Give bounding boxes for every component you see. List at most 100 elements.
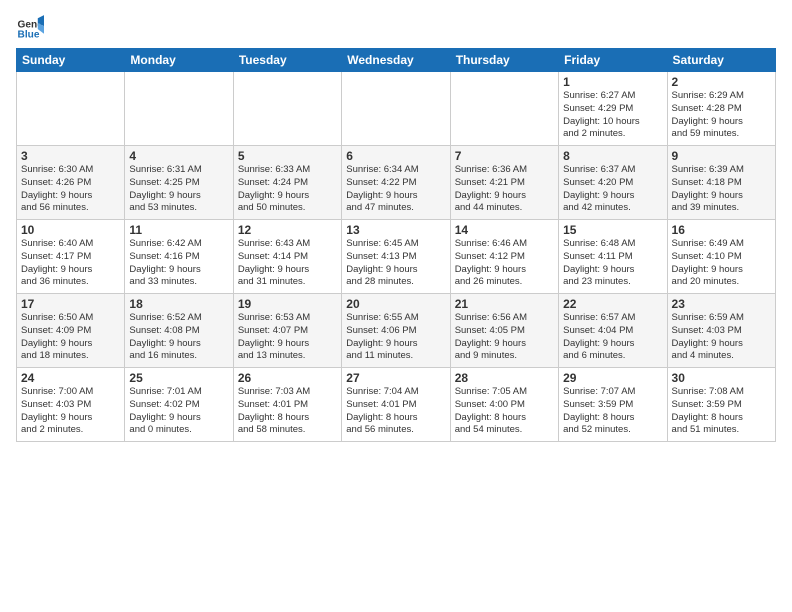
calendar-cell [342,72,450,146]
calendar-cell: 7Sunrise: 6:36 AM Sunset: 4:21 PM Daylig… [450,146,558,220]
day-number: 17 [21,297,120,311]
day-info: Sunrise: 7:03 AM Sunset: 4:01 PM Dayligh… [238,386,337,437]
calendar-cell: 4Sunrise: 6:31 AM Sunset: 4:25 PM Daylig… [125,146,233,220]
weekday-header: Thursday [450,49,558,72]
calendar-cell: 23Sunrise: 6:59 AM Sunset: 4:03 PM Dayli… [667,294,775,368]
day-info: Sunrise: 6:39 AM Sunset: 4:18 PM Dayligh… [672,164,771,215]
calendar-cell: 2Sunrise: 6:29 AM Sunset: 4:28 PM Daylig… [667,72,775,146]
day-info: Sunrise: 7:07 AM Sunset: 3:59 PM Dayligh… [563,386,662,437]
day-number: 11 [129,223,228,237]
day-info: Sunrise: 6:53 AM Sunset: 4:07 PM Dayligh… [238,312,337,363]
day-number: 25 [129,371,228,385]
day-number: 3 [21,149,120,163]
day-info: Sunrise: 7:08 AM Sunset: 3:59 PM Dayligh… [672,386,771,437]
day-number: 4 [129,149,228,163]
calendar-cell: 1Sunrise: 6:27 AM Sunset: 4:29 PM Daylig… [559,72,667,146]
calendar-cell [17,72,125,146]
day-info: Sunrise: 7:05 AM Sunset: 4:00 PM Dayligh… [455,386,554,437]
calendar-cell: 29Sunrise: 7:07 AM Sunset: 3:59 PM Dayli… [559,368,667,442]
day-number: 20 [346,297,445,311]
day-info: Sunrise: 6:59 AM Sunset: 4:03 PM Dayligh… [672,312,771,363]
calendar-cell: 20Sunrise: 6:55 AM Sunset: 4:06 PM Dayli… [342,294,450,368]
calendar-week-row: 3Sunrise: 6:30 AM Sunset: 4:26 PM Daylig… [17,146,776,220]
calendar-cell [125,72,233,146]
weekday-header: Monday [125,49,233,72]
day-info: Sunrise: 6:30 AM Sunset: 4:26 PM Dayligh… [21,164,120,215]
calendar-cell: 13Sunrise: 6:45 AM Sunset: 4:13 PM Dayli… [342,220,450,294]
day-info: Sunrise: 6:34 AM Sunset: 4:22 PM Dayligh… [346,164,445,215]
day-info: Sunrise: 7:00 AM Sunset: 4:03 PM Dayligh… [21,386,120,437]
calendar-cell: 8Sunrise: 6:37 AM Sunset: 4:20 PM Daylig… [559,146,667,220]
day-info: Sunrise: 6:37 AM Sunset: 4:20 PM Dayligh… [563,164,662,215]
calendar-cell: 17Sunrise: 6:50 AM Sunset: 4:09 PM Dayli… [17,294,125,368]
calendar-cell: 25Sunrise: 7:01 AM Sunset: 4:02 PM Dayli… [125,368,233,442]
day-info: Sunrise: 6:49 AM Sunset: 4:10 PM Dayligh… [672,238,771,289]
day-number: 12 [238,223,337,237]
calendar-cell: 28Sunrise: 7:05 AM Sunset: 4:00 PM Dayli… [450,368,558,442]
day-info: Sunrise: 6:27 AM Sunset: 4:29 PM Dayligh… [563,90,662,141]
day-number: 24 [21,371,120,385]
day-number: 29 [563,371,662,385]
day-info: Sunrise: 6:40 AM Sunset: 4:17 PM Dayligh… [21,238,120,289]
weekday-header: Wednesday [342,49,450,72]
calendar-table: SundayMondayTuesdayWednesdayThursdayFrid… [16,48,776,442]
day-number: 21 [455,297,554,311]
day-info: Sunrise: 6:33 AM Sunset: 4:24 PM Dayligh… [238,164,337,215]
day-info: Sunrise: 6:46 AM Sunset: 4:12 PM Dayligh… [455,238,554,289]
day-number: 5 [238,149,337,163]
day-number: 28 [455,371,554,385]
day-info: Sunrise: 6:50 AM Sunset: 4:09 PM Dayligh… [21,312,120,363]
calendar-cell: 12Sunrise: 6:43 AM Sunset: 4:14 PM Dayli… [233,220,341,294]
day-number: 19 [238,297,337,311]
day-info: Sunrise: 6:55 AM Sunset: 4:06 PM Dayligh… [346,312,445,363]
day-number: 15 [563,223,662,237]
day-number: 27 [346,371,445,385]
calendar-cell: 19Sunrise: 6:53 AM Sunset: 4:07 PM Dayli… [233,294,341,368]
day-number: 23 [672,297,771,311]
day-number: 9 [672,149,771,163]
day-info: Sunrise: 6:52 AM Sunset: 4:08 PM Dayligh… [129,312,228,363]
calendar-week-row: 17Sunrise: 6:50 AM Sunset: 4:09 PM Dayli… [17,294,776,368]
day-info: Sunrise: 6:42 AM Sunset: 4:16 PM Dayligh… [129,238,228,289]
calendar-week-row: 1Sunrise: 6:27 AM Sunset: 4:29 PM Daylig… [17,72,776,146]
day-info: Sunrise: 6:36 AM Sunset: 4:21 PM Dayligh… [455,164,554,215]
logo-icon: General Blue [16,12,44,40]
calendar-cell: 5Sunrise: 6:33 AM Sunset: 4:24 PM Daylig… [233,146,341,220]
day-number: 30 [672,371,771,385]
day-number: 6 [346,149,445,163]
calendar-cell: 18Sunrise: 6:52 AM Sunset: 4:08 PM Dayli… [125,294,233,368]
day-info: Sunrise: 6:31 AM Sunset: 4:25 PM Dayligh… [129,164,228,215]
day-number: 26 [238,371,337,385]
day-number: 8 [563,149,662,163]
calendar-cell: 16Sunrise: 6:49 AM Sunset: 4:10 PM Dayli… [667,220,775,294]
calendar-cell: 6Sunrise: 6:34 AM Sunset: 4:22 PM Daylig… [342,146,450,220]
calendar-cell: 14Sunrise: 6:46 AM Sunset: 4:12 PM Dayli… [450,220,558,294]
day-number: 1 [563,75,662,89]
day-number: 13 [346,223,445,237]
header: General Blue [16,12,776,40]
calendar-cell: 11Sunrise: 6:42 AM Sunset: 4:16 PM Dayli… [125,220,233,294]
weekday-header: Tuesday [233,49,341,72]
day-number: 10 [21,223,120,237]
day-info: Sunrise: 6:56 AM Sunset: 4:05 PM Dayligh… [455,312,554,363]
day-number: 22 [563,297,662,311]
weekday-header: Saturday [667,49,775,72]
calendar-cell: 27Sunrise: 7:04 AM Sunset: 4:01 PM Dayli… [342,368,450,442]
calendar-cell [450,72,558,146]
day-number: 14 [455,223,554,237]
day-number: 2 [672,75,771,89]
calendar-week-row: 10Sunrise: 6:40 AM Sunset: 4:17 PM Dayli… [17,220,776,294]
day-info: Sunrise: 6:45 AM Sunset: 4:13 PM Dayligh… [346,238,445,289]
calendar-cell: 22Sunrise: 6:57 AM Sunset: 4:04 PM Dayli… [559,294,667,368]
calendar-cell [233,72,341,146]
logo: General Blue [16,12,48,40]
calendar-cell: 10Sunrise: 6:40 AM Sunset: 4:17 PM Dayli… [17,220,125,294]
calendar-cell: 15Sunrise: 6:48 AM Sunset: 4:11 PM Dayli… [559,220,667,294]
calendar-cell: 3Sunrise: 6:30 AM Sunset: 4:26 PM Daylig… [17,146,125,220]
calendar-header-row: SundayMondayTuesdayWednesdayThursdayFrid… [17,49,776,72]
day-info: Sunrise: 6:43 AM Sunset: 4:14 PM Dayligh… [238,238,337,289]
calendar-cell: 21Sunrise: 6:56 AM Sunset: 4:05 PM Dayli… [450,294,558,368]
weekday-header: Friday [559,49,667,72]
day-number: 16 [672,223,771,237]
day-number: 18 [129,297,228,311]
